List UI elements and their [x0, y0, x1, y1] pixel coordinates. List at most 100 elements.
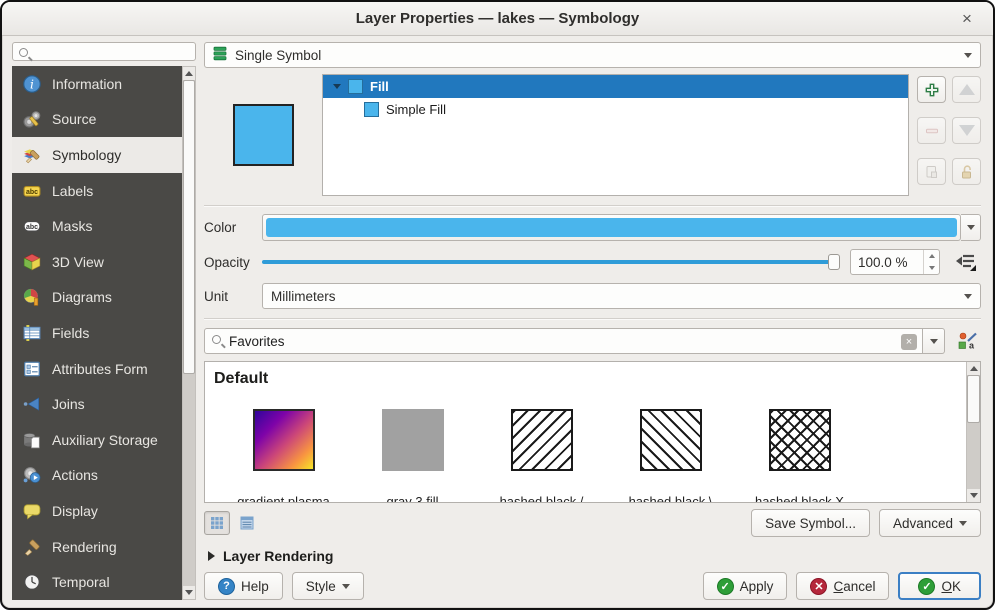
expand-caret-icon[interactable] [333, 84, 341, 89]
sidebar-item-label: Rendering [52, 539, 117, 555]
sidebar-item-label: Labels [52, 183, 93, 199]
sidebar-item-masks[interactable]: abc Masks [12, 208, 182, 244]
close-icon[interactable]: × [955, 7, 979, 31]
clear-search-icon[interactable]: × [901, 334, 917, 350]
symbology-panel: Single Symbol Fill Simple Fill [198, 37, 993, 608]
sidebar-scrollbar[interactable] [182, 66, 196, 600]
color-swatch [266, 218, 957, 237]
unit-select[interactable]: Millimeters [262, 283, 981, 309]
collapsed-arrow-icon[interactable] [208, 551, 215, 561]
tree-row-fill[interactable]: Fill [323, 75, 908, 98]
cube-3d-icon [22, 252, 41, 271]
sidebar: i Information Source Symbology abc Label… [2, 37, 198, 608]
separator [204, 318, 981, 320]
spin-down-icon[interactable] [924, 262, 939, 274]
sidebar-item-diagrams[interactable]: Diagrams [12, 280, 182, 316]
help-button[interactable]: ?Help [204, 572, 283, 600]
style-button[interactable]: Style [292, 572, 364, 600]
data-defined-override-icon [955, 252, 977, 272]
scrollbar-thumb[interactable] [967, 375, 980, 423]
sidebar-item-source[interactable]: Source [12, 102, 182, 138]
symbol-label: hashed black \ [629, 494, 713, 502]
renderer-select[interactable]: Single Symbol [204, 42, 981, 68]
symbol-label: gradient plasma [237, 494, 330, 502]
symbol-thumbnail [511, 409, 573, 471]
symbol-card-hashed-black-back[interactable]: hashed black \ [606, 409, 735, 502]
remove-symbol-layer-button[interactable] [917, 117, 946, 144]
scroll-down-icon[interactable] [183, 586, 195, 599]
sidebar-item-display[interactable]: Display [12, 493, 182, 529]
sidebar-item-label: Actions [52, 467, 98, 483]
sidebar-item-labels[interactable]: abc Labels [12, 173, 182, 209]
symbology-icon [22, 146, 41, 165]
sidebar-item-label: Auxiliary Storage [52, 432, 158, 448]
scroll-down-icon[interactable] [967, 489, 980, 502]
style-manager-button[interactable]: a [953, 328, 981, 354]
opacity-label: Opacity [204, 255, 262, 270]
masks-icon: abc [22, 217, 41, 236]
sidebar-item-auxiliary-storage[interactable]: Auxiliary Storage [12, 422, 182, 458]
save-symbol-button[interactable]: Save Symbol... [751, 509, 870, 537]
plus-icon [924, 82, 940, 98]
chevron-down-icon [959, 521, 967, 526]
sidebar-item-actions[interactable]: Actions [12, 458, 182, 494]
color-dropdown-button[interactable] [961, 214, 981, 241]
sidebar-item-attributes-form[interactable]: Attributes Form [12, 351, 182, 387]
symbol-group-title: Default [205, 362, 966, 394]
layer-properties-dialog: Layer Properties — lakes — Symbology × i… [0, 0, 995, 610]
search-filter-dropdown-button[interactable] [923, 328, 945, 354]
sidebar-item-fields[interactable]: Fields [12, 315, 182, 351]
color-button[interactable] [262, 214, 961, 241]
sidebar-item-rendering[interactable]: Rendering [12, 529, 182, 565]
sidebar-item-label: Fields [52, 325, 89, 341]
symbol-card-gradient-plasma[interactable]: gradient plasma [219, 409, 348, 502]
add-symbol-layer-button[interactable] [917, 76, 946, 103]
sidebar-item-symbology[interactable]: Symbology [12, 137, 182, 173]
icon-view-button[interactable] [204, 511, 230, 535]
sidebar-search[interactable] [12, 42, 196, 61]
symbol-card-hashed-black-forward[interactable]: hashed black / [477, 409, 606, 502]
symbol-label: gray 3 fill [386, 494, 438, 502]
scroll-up-icon[interactable] [967, 362, 980, 375]
move-down-button[interactable] [952, 117, 981, 144]
titlebar[interactable]: Layer Properties — lakes — Symbology × [2, 2, 993, 36]
unit-label: Unit [204, 289, 262, 304]
move-up-button[interactable] [952, 76, 981, 103]
apply-button[interactable]: ✓Apply [703, 572, 788, 600]
spin-up-icon[interactable] [924, 250, 939, 262]
sidebar-item-temporal[interactable]: Temporal [12, 564, 182, 600]
symbol-card-hashed-black-x[interactable]: hashed black X [735, 409, 864, 502]
scroll-up-icon[interactable] [183, 67, 195, 80]
sidebar-item-label: Temporal [52, 574, 110, 590]
sidebar-item-information[interactable]: i Information [12, 66, 182, 102]
sidebar-search-input[interactable] [35, 44, 193, 64]
symbol-layer-tree[interactable]: Fill Simple Fill [322, 74, 909, 196]
opacity-slider-handle[interactable] [828, 254, 840, 270]
sidebar-item-3d-view[interactable]: 3D View [12, 244, 182, 280]
symbol-card-gray-3-fill[interactable]: gray 3 fill [348, 409, 477, 502]
advanced-button[interactable]: Advanced [879, 509, 981, 537]
cross-icon: ✕ [810, 578, 827, 595]
duplicate-symbol-layer-button[interactable] [917, 158, 946, 185]
lock-colors-button[interactable] [952, 158, 981, 185]
layer-rendering-group[interactable]: Layer Rendering [204, 548, 981, 564]
search-icon [212, 335, 221, 344]
renderer-value: Single Symbol [235, 48, 321, 63]
symbol-search-input[interactable] [229, 330, 894, 352]
opacity-spinbox[interactable]: 100.0 % [850, 249, 940, 275]
tree-row-simple-fill[interactable]: Simple Fill [323, 98, 908, 121]
opacity-slider[interactable] [262, 253, 840, 271]
information-icon: i [22, 74, 41, 93]
data-defined-override-button[interactable] [951, 249, 981, 275]
sidebar-item-label: Display [52, 503, 98, 519]
question-icon: ? [218, 578, 235, 595]
list-view-button[interactable] [234, 511, 260, 535]
symbol-list-scrollbar[interactable] [966, 362, 980, 502]
tree-row-label: Fill [370, 79, 389, 94]
cancel-button[interactable]: ✕Cancel [796, 572, 889, 600]
scrollbar-thumb[interactable] [183, 80, 195, 373]
sidebar-item-joins[interactable]: Joins [12, 386, 182, 422]
symbol-search-field[interactable]: × [204, 328, 923, 354]
check-icon: ✓ [918, 578, 935, 595]
ok-button[interactable]: ✓OK [898, 572, 981, 600]
